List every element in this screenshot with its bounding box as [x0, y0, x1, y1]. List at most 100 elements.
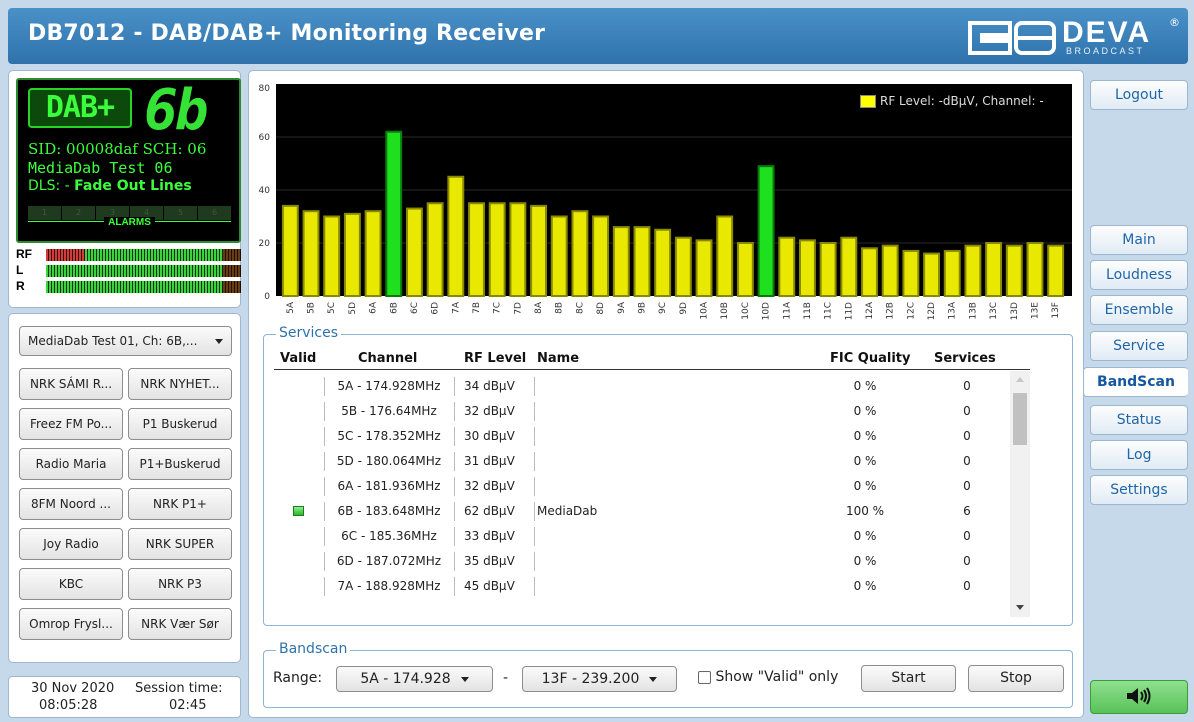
bar-12C[interactable] [902, 249, 920, 297]
nav-ensemble[interactable]: Ensemble [1090, 295, 1188, 325]
x-tick-label: 13C [989, 302, 999, 320]
scroll-up-icon[interactable] [1016, 377, 1024, 382]
nav-main[interactable]: Main [1090, 225, 1188, 255]
table-scrollbar[interactable] [1010, 371, 1030, 617]
db-logo-icon [968, 21, 1056, 55]
col-header-rf[interactable]: RF Level [464, 351, 526, 366]
nav-loudness[interactable]: Loudness [1090, 260, 1188, 290]
bar-6D[interactable] [426, 202, 444, 297]
bar-9B[interactable] [633, 226, 651, 298]
preset-dropdown[interactable]: MediaDab Test 01, Ch: 6B,... [19, 326, 232, 356]
col-header-services[interactable]: Services [934, 351, 996, 366]
preset-button[interactable]: P1+Buskerud [128, 448, 232, 480]
scroll-thumb[interactable] [1013, 393, 1027, 445]
alarm-indicator-1: 1 [28, 206, 61, 220]
preset-button[interactable]: Freez FM Po... [19, 408, 123, 440]
bar-8B[interactable] [550, 215, 568, 297]
bar-8C[interactable] [571, 210, 589, 297]
nav-status[interactable]: Status [1090, 405, 1188, 435]
table-row[interactable]: 5A - 174.928MHz 34 dBµV 0 % 0 [274, 374, 1030, 399]
bar-11D[interactable] [840, 236, 858, 297]
dls-prefix: DLS: - [28, 178, 70, 194]
preset-button[interactable]: 8FM Noord ... [19, 488, 123, 520]
bar-6A[interactable] [364, 210, 382, 297]
bar-7A[interactable] [447, 175, 465, 297]
preset-button[interactable]: NRK NYHET... [128, 368, 232, 400]
preset-button[interactable]: NRK P3 [128, 568, 232, 600]
preset-button[interactable]: NRK SÁMI R... [19, 368, 123, 400]
range-to-select[interactable]: 13F - 239.200 [522, 666, 677, 692]
bar-13C[interactable] [985, 242, 1003, 297]
bar-5B[interactable] [302, 210, 320, 297]
cell-services: 0 [963, 579, 971, 593]
table-row[interactable]: 6C - 185.36MHz 33 dBµV 0 % 0 [274, 524, 1030, 549]
preset-button[interactable]: NRK Vær Sør [128, 608, 232, 640]
x-tick-label: 9D [679, 302, 689, 315]
x-tick-label: 12A [865, 301, 875, 319]
bar-13E[interactable] [1026, 242, 1044, 297]
bar-7C[interactable] [488, 202, 506, 297]
bar-6C[interactable] [406, 207, 423, 297]
table-row[interactable]: 7A - 188.928MHz 45 dBµV 0 % 0 [274, 574, 1030, 599]
valid-only-toggle[interactable]: Show "Valid" only [698, 669, 838, 685]
nav-log[interactable]: Log [1090, 440, 1188, 470]
bar-10D[interactable] [757, 165, 775, 298]
col-header-valid[interactable]: Valid [280, 351, 316, 366]
preset-button[interactable]: Omrop Frysl... [19, 608, 123, 640]
preset-button[interactable]: NRK P1+ [128, 488, 232, 520]
bar-12A[interactable] [861, 247, 878, 298]
table-row[interactable]: 6D - 187.072MHz 35 dBµV 0 % 0 [274, 549, 1030, 574]
bar-7D[interactable] [509, 202, 527, 297]
logout-button[interactable]: Logout [1090, 80, 1188, 110]
meter-label: R [16, 279, 25, 293]
bar-13B[interactable] [964, 244, 982, 297]
bar-5A[interactable] [281, 204, 299, 297]
x-tick-label: 12D [927, 302, 937, 320]
y-tick-label: 60 [259, 133, 271, 143]
bar-12B[interactable] [881, 244, 899, 297]
preset-button[interactable]: Joy Radio [19, 528, 123, 560]
bar-13A[interactable] [943, 249, 961, 297]
preset-button[interactable]: KBC [19, 568, 123, 600]
bar-8A[interactable] [530, 204, 547, 297]
bar-9A[interactable] [612, 226, 630, 298]
table-row[interactable]: 5B - 176.64MHz 32 dBµV 0 % 0 [274, 399, 1030, 424]
start-button[interactable]: Start [861, 665, 956, 692]
bar-9C[interactable] [654, 228, 672, 297]
col-header-fic[interactable]: FIC Quality [830, 351, 910, 366]
bar-8D[interactable] [592, 215, 610, 297]
stop-button[interactable]: Stop [968, 665, 1064, 692]
bar-10A[interactable] [695, 239, 713, 298]
valid-only-checkbox[interactable] [698, 670, 711, 684]
bar-10C[interactable] [736, 242, 754, 297]
table-row[interactable]: 6A - 181.936MHz 32 dBµV 0 % 0 [274, 474, 1030, 499]
bar-11B[interactable] [799, 239, 816, 298]
audio-button[interactable] [1090, 680, 1188, 714]
bar-6B[interactable] [385, 130, 403, 298]
bar-13D[interactable] [1005, 244, 1023, 297]
col-header-channel[interactable]: Channel [358, 351, 417, 366]
scroll-down-icon[interactable] [1016, 605, 1024, 610]
table-row[interactable]: 6B - 183.648MHz 62 dBµV MediaDab 100 % 6 [274, 499, 1030, 524]
range-from-select[interactable]: 5A - 174.928 [336, 666, 493, 692]
preset-button[interactable]: NRK SUPER [128, 528, 232, 560]
cell-services: 0 [963, 479, 971, 493]
bar-9D[interactable] [674, 236, 692, 297]
nav-bandscan[interactable]: BandScan [1083, 367, 1188, 397]
table-row[interactable]: 5C - 178.352MHz 30 dBµV 0 % 0 [274, 424, 1030, 449]
bar-7B[interactable] [468, 202, 485, 297]
preset-button[interactable]: Radio Maria [19, 448, 123, 480]
preset-button[interactable]: P1 Buskerud [128, 408, 232, 440]
nav-service[interactable]: Service [1090, 331, 1188, 361]
nav-settings[interactable]: Settings [1090, 475, 1188, 505]
table-row[interactable]: 5D - 180.064MHz 31 dBµV 0 % 0 [274, 449, 1030, 474]
bar-10B[interactable] [716, 215, 734, 297]
bar-11C[interactable] [819, 242, 837, 297]
bar-5C[interactable] [323, 215, 341, 297]
bar-11A[interactable] [778, 236, 796, 297]
bar-13F[interactable] [1047, 244, 1065, 297]
col-header-name[interactable]: Name [537, 351, 579, 366]
bar-5D[interactable] [343, 212, 361, 298]
bar-12D[interactable] [923, 252, 940, 298]
meter-peak-red [46, 249, 85, 261]
